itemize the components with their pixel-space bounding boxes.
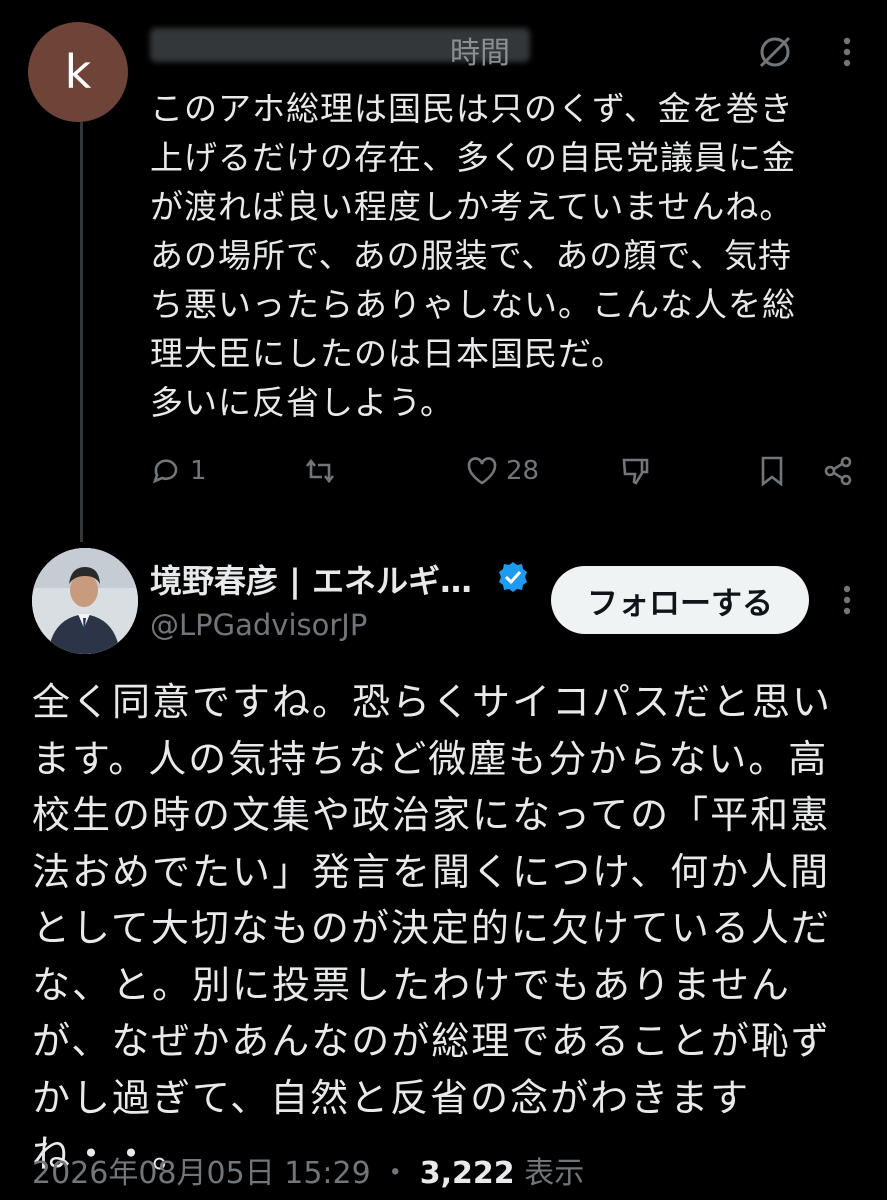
thread-line — [80, 122, 83, 542]
author-name[interactable]: 境野春彦 | エネルギ… — [150, 556, 472, 602]
reply-header: 時間 — [150, 28, 550, 72]
views-label: 表示 — [524, 1156, 585, 1191]
reply-text: このアホ総理は国民は只のくず、金を巻き 上げるだけの存在、多くの自民党議員に金 … — [150, 89, 796, 422]
action-bar: 1 28 — [148, 448, 868, 498]
bookmark-button[interactable] — [754, 448, 790, 494]
reply-count: 1 — [190, 456, 207, 486]
like-button[interactable]: 28 — [464, 448, 539, 494]
author-photo-icon — [32, 548, 138, 654]
reply-button[interactable]: 1 — [148, 448, 207, 494]
like-count: 28 — [506, 456, 540, 486]
more-options-icon[interactable] — [827, 580, 867, 620]
post-text: 全く同意ですね。恐らくサイコパスだと思い ます。人の気持ちなど微塵も分からない。… — [32, 680, 833, 1176]
meta-separator: ・ — [380, 1156, 411, 1191]
follow-button[interactable]: フォローする — [551, 566, 809, 634]
post-meta: 2026年08月05日 15:29 ・ 3,222 表示 — [32, 1148, 584, 1192]
more-options-icon[interactable] — [827, 32, 867, 72]
heart-icon — [467, 457, 497, 485]
avatar[interactable]: k — [28, 22, 128, 122]
share-icon — [824, 456, 852, 486]
grok-icon[interactable] — [755, 32, 795, 72]
dislike-button[interactable] — [618, 448, 654, 494]
view-count: 3,222 — [419, 1156, 515, 1191]
thumbs-down-icon — [622, 458, 649, 485]
verified-badge-icon — [499, 562, 527, 592]
repost-button[interactable] — [302, 448, 338, 494]
reply-time: 時間 — [450, 36, 510, 71]
avatar-letter: k — [64, 45, 92, 99]
share-button[interactable] — [820, 448, 856, 494]
author-handle[interactable]: @LPGadvisorJP — [150, 608, 367, 642]
author-avatar[interactable] — [32, 548, 138, 654]
repost-icon — [305, 458, 335, 484]
post-timestamp[interactable]: 2026年08月05日 15:29 — [32, 1156, 371, 1191]
reply-icon — [152, 459, 178, 484]
bookmark-icon — [761, 456, 783, 487]
